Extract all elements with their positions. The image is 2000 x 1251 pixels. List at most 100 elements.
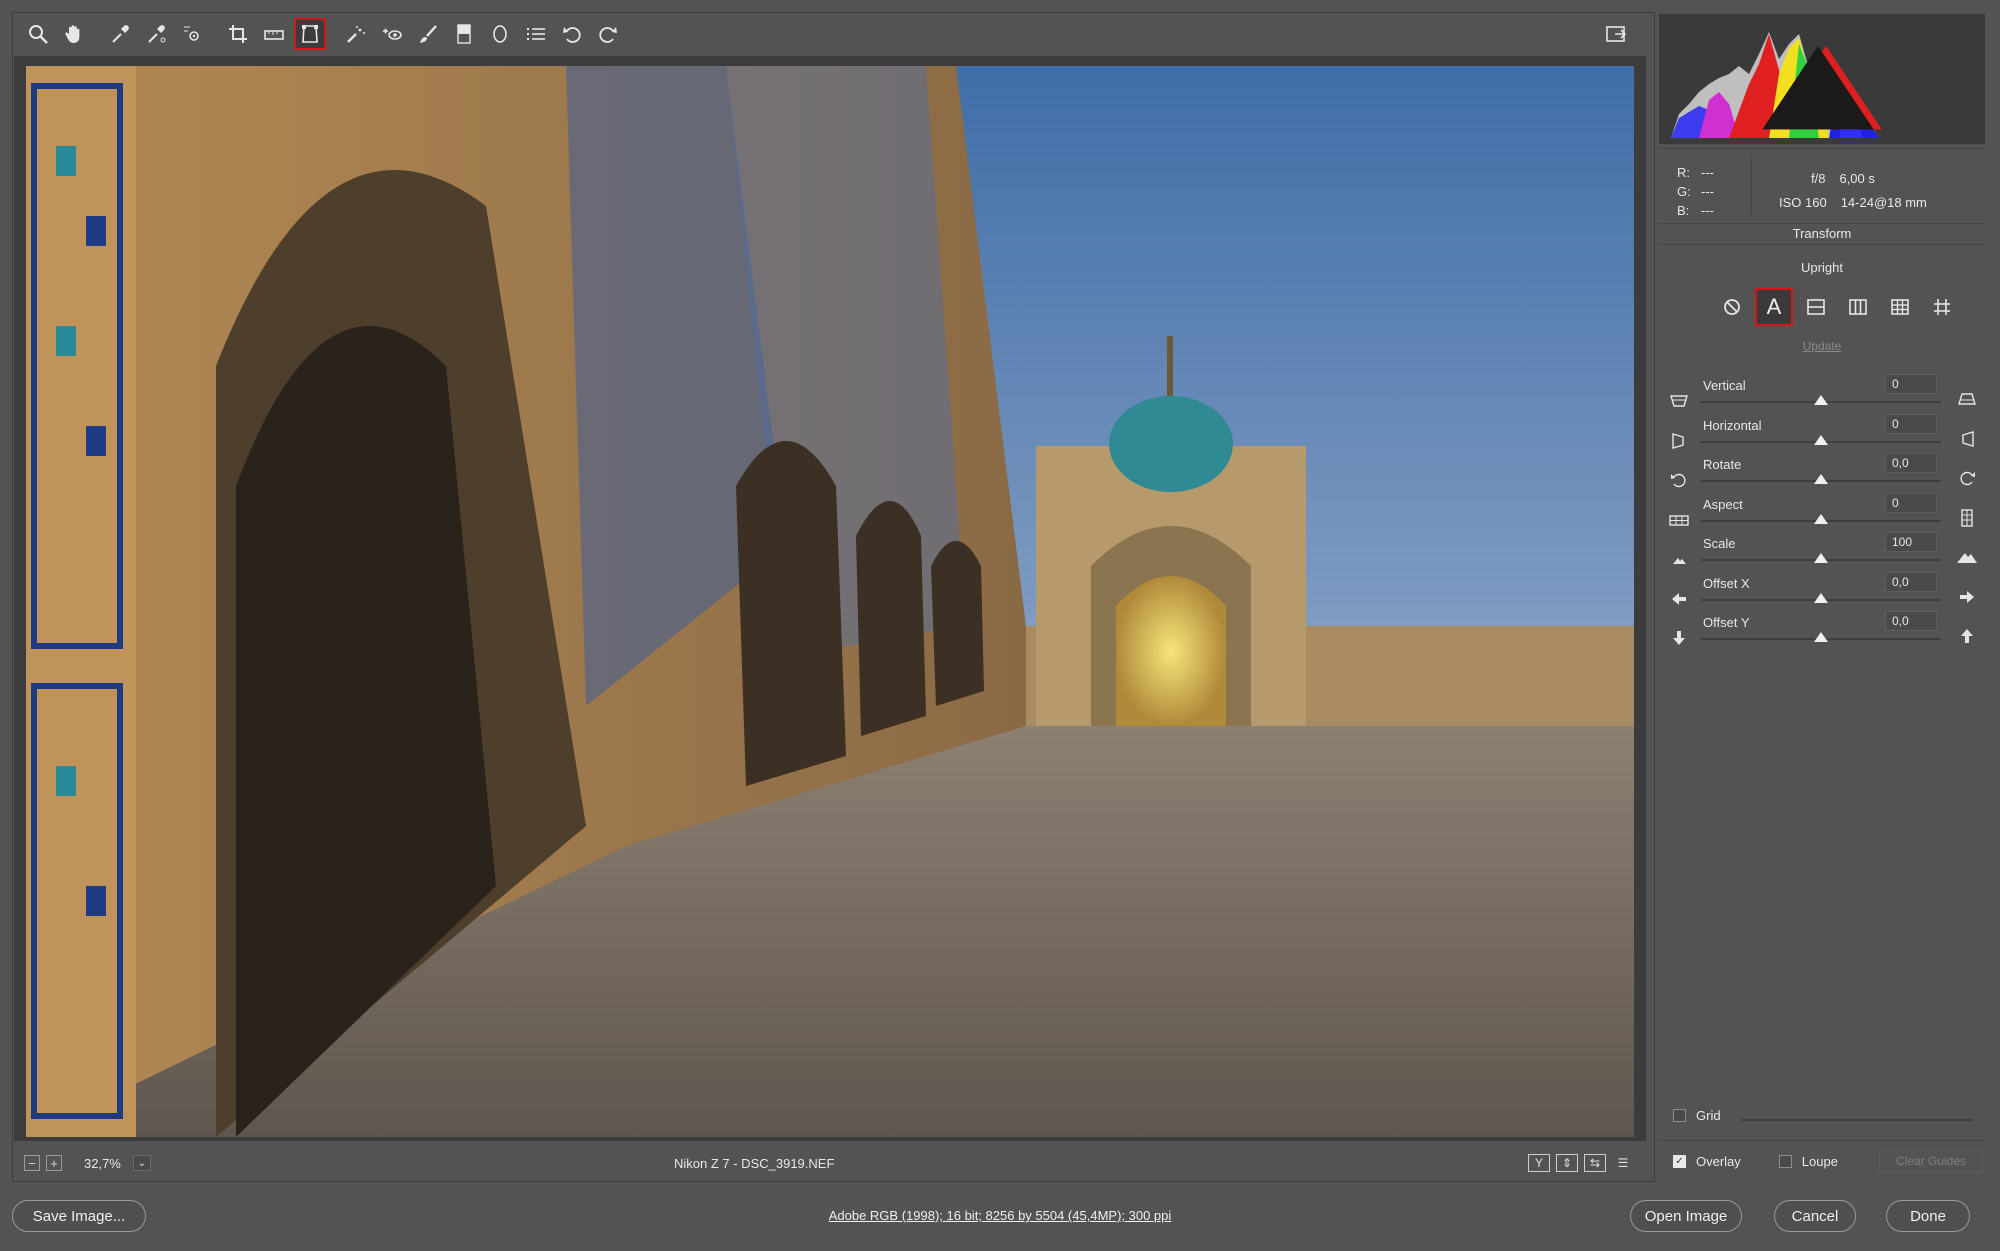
aspect-tall-icon	[1961, 508, 1973, 527]
slider-value-input[interactable]: 0,0	[1885, 611, 1937, 631]
arrow-down-icon	[1673, 631, 1685, 645]
open-image-button[interactable]: Open Image	[1630, 1200, 1742, 1232]
swap-before-after-button[interactable]: ⇕	[1556, 1154, 1578, 1172]
copy-settings-button[interactable]: ⇆	[1584, 1154, 1606, 1172]
slider-value-input[interactable]: 0,0	[1885, 453, 1937, 473]
cancel-button[interactable]: Cancel	[1774, 1200, 1856, 1232]
graduated-filter-icon[interactable]	[448, 18, 480, 50]
slider-thumb[interactable]	[1814, 513, 1828, 524]
horizontal-perspective-right-icon	[1962, 430, 1974, 447]
upright-label: Upright	[1801, 260, 1843, 275]
loupe-checkbox[interactable]	[1778, 1155, 1792, 1168]
bottom-bar: Save Image... Adobe RGB (1998); 16 bit; …	[0, 1186, 2000, 1251]
slider-value-input[interactable]: 0	[1885, 413, 1937, 434]
slider-value-input[interactable]: 100	[1885, 532, 1937, 552]
preferences-icon[interactable]	[520, 18, 552, 50]
r-label: R:	[1677, 165, 1690, 180]
scale-small-icon	[1673, 558, 1686, 564]
clear-guides-button[interactable]: Clear Guides	[1879, 1150, 1983, 1172]
upright-auto-icon[interactable]: A	[1755, 288, 1793, 326]
upright-full-icon[interactable]	[1881, 288, 1919, 326]
lens: 14-24@18 mm	[1840, 195, 1927, 210]
highlight-clipping-warning-icon[interactable]	[1655, 18, 1981, 148]
arrow-left-icon	[1672, 592, 1686, 605]
right-panel: R: --- G: --- B: --- f/8 6,00 s ISO 160 14-24…	[1654, 12, 1988, 1182]
upright-off-icon[interactable]	[1713, 288, 1751, 326]
zoom-in-button[interactable]: +	[46, 1155, 62, 1171]
transform-tool-icon[interactable]	[294, 18, 326, 50]
slider-row-vertical: Vertical 0	[1655, 372, 1989, 412]
slider-label: Scale	[1703, 536, 1736, 551]
slider-label: Aspect	[1703, 496, 1743, 512]
slider-thumb[interactable]	[1814, 553, 1828, 563]
zoom-level: 32,7%	[84, 1155, 121, 1171]
zoom-tool-icon[interactable]	[22, 18, 54, 50]
white-balance-tool-icon[interactable]	[104, 18, 136, 50]
zoom-dropdown[interactable]: ⌄	[132, 1155, 151, 1171]
slider-value-input[interactable]: 0	[1885, 374, 1937, 394]
loupe-label: Loupe	[1801, 1154, 1838, 1169]
slider-thumb[interactable]	[1814, 395, 1828, 405]
slider-value-input[interactable]: 0,0	[1885, 571, 1937, 592]
upright-auto-letter: A	[1766, 294, 1782, 319]
targeted-adjustment-tool-icon[interactable]	[176, 18, 208, 50]
r-value: ---	[1701, 165, 1714, 180]
grid-checkbox[interactable]	[1673, 1109, 1686, 1122]
image-preview-area	[14, 56, 1646, 1141]
scale-large-icon	[1957, 553, 1977, 563]
upright-vertical-icon[interactable]	[1839, 288, 1877, 326]
rotate-right-icon	[1960, 471, 1975, 486]
grid-label: Grid	[1696, 1108, 1721, 1123]
slider-row-offset-x: Offset X 0,0	[1655, 570, 1989, 610]
slider-label: Offset Y	[1703, 615, 1750, 630]
overlay-label: Overlay	[1696, 1154, 1741, 1169]
straighten-tool-icon[interactable]	[258, 18, 290, 50]
transform-sliders: Vertical 0 Horizontal 0 Rotate 0,0 Aspec…	[1655, 372, 1989, 649]
slider-label: Horizontal	[1703, 417, 1762, 433]
slider-value-input[interactable]: 0	[1885, 492, 1937, 513]
hand-tool-icon[interactable]	[58, 18, 90, 50]
rotate-left-icon	[1671, 473, 1686, 488]
color-sampler-tool-icon[interactable]	[140, 18, 172, 50]
aperture: f/8	[1811, 171, 1826, 186]
g-value: ---	[1701, 184, 1714, 199]
crop-tool-icon[interactable]	[222, 18, 254, 50]
toggle-fullscreen-icon[interactable]	[1600, 18, 1632, 50]
overlay-checkbox[interactable]: ✓	[1673, 1155, 1686, 1168]
update-link[interactable]: Update	[1655, 339, 1989, 353]
upright-level-icon[interactable]	[1797, 288, 1835, 326]
radial-filter-icon[interactable]	[484, 18, 516, 50]
before-after-view-button[interactable]: Y	[1528, 1154, 1550, 1172]
slider-thumb[interactable]	[1814, 592, 1828, 603]
slider-row-aspect: Aspect 0	[1655, 491, 1989, 531]
slider-label: Rotate	[1703, 457, 1742, 472]
aspect-wide-icon	[1669, 514, 1689, 526]
status-bar: − + 32,7% ⌄ Nikon Z 7 - DSC_3919.NEF Y ⇕…	[14, 1148, 1646, 1178]
b-value: ---	[1701, 203, 1714, 218]
toggle-settings-button[interactable]: ☰	[1612, 1154, 1634, 1172]
grid-size-slider[interactable]	[1741, 1119, 1973, 1121]
spot-removal-tool-icon[interactable]	[340, 18, 372, 50]
overlay-options: ✓ Overlay Loupe Clear Guides	[1673, 1150, 1983, 1172]
photo-preview[interactable]	[26, 66, 1634, 1137]
slider-thumb[interactable]	[1814, 434, 1828, 445]
arrow-up-icon	[1961, 629, 1973, 643]
histogram	[1659, 14, 1985, 144]
zoom-out-button[interactable]: −	[24, 1155, 40, 1171]
slider-thumb[interactable]	[1814, 632, 1828, 642]
done-button[interactable]: Done	[1886, 1200, 1970, 1232]
slider-row-rotate: Rotate 0,0	[1655, 451, 1989, 491]
slider-row-horizontal: Horizontal 0	[1655, 412, 1989, 452]
shutter-speed: 6,00 s	[1839, 171, 1875, 186]
red-eye-removal-tool-icon[interactable]	[376, 18, 408, 50]
vertical-perspective-right-icon	[1958, 393, 1976, 405]
iso: ISO 160	[1779, 195, 1827, 210]
adjustment-brush-icon[interactable]	[412, 18, 444, 50]
rotate-cw-icon[interactable]	[592, 18, 624, 50]
b-label: B:	[1677, 203, 1690, 218]
rotate-ccw-icon[interactable]	[556, 18, 588, 50]
upright-guided-icon[interactable]	[1923, 288, 1961, 326]
file-name: Nikon Z 7 - DSC_3919.NEF	[674, 1155, 835, 1171]
slider-thumb[interactable]	[1814, 474, 1828, 484]
slider-label: Vertical	[1703, 378, 1746, 393]
